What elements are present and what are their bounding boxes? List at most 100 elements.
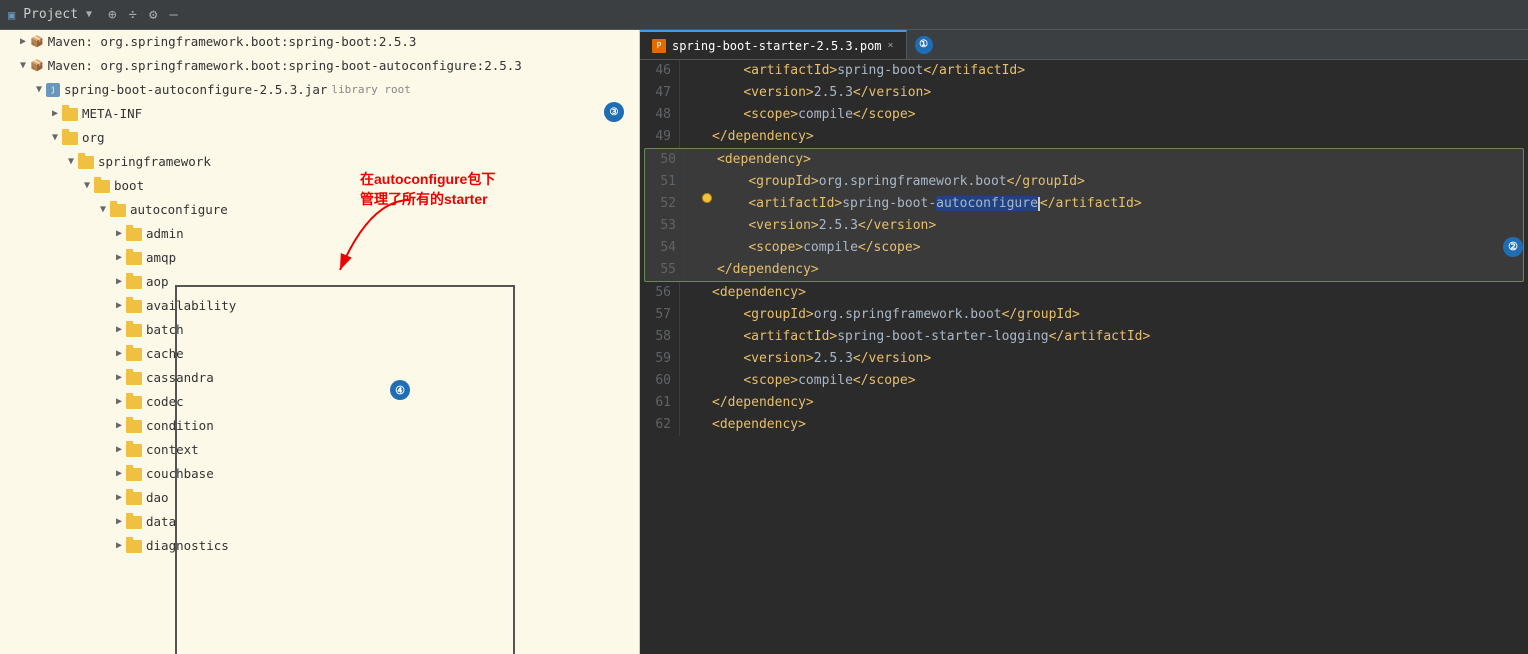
tree-item-boot[interactable]: ▼ boot: [0, 174, 639, 198]
tree-item-meta-inf[interactable]: ▶ META-INF: [0, 102, 639, 126]
line-number: 59: [640, 348, 680, 370]
code-line-62: 62<dependency>: [640, 414, 1528, 436]
code-line-61: 61</dependency>: [640, 392, 1528, 414]
line-content: <version>2.5.3</version>: [712, 82, 1528, 104]
expand-arrow: ▶: [112, 344, 126, 364]
tree-item-admin[interactable]: ▶ admin: [0, 222, 639, 246]
expand-arrow: ▶: [16, 32, 30, 52]
expand-arrow-6: ▼: [64, 152, 78, 172]
org-label: org: [82, 128, 105, 148]
tab-close-button[interactable]: ×: [888, 40, 894, 51]
folder-label: amqp: [146, 248, 176, 268]
code-line-48: 48 <scope>compile</scope>: [640, 104, 1528, 126]
tab-pom[interactable]: P spring-boot-starter-2.5.3.pom ×: [640, 30, 907, 59]
toolbar: ▣ Project ▼ ⊕ ÷ ⚙ —: [0, 0, 1528, 30]
tree-item-maven-autoconfigure[interactable]: ▼ 📦 Maven: org.springframework.boot:spri…: [0, 54, 639, 78]
expand-arrow-3: ▼: [32, 80, 46, 100]
expand-arrow: ▶: [112, 488, 126, 508]
jar-icon: j: [46, 83, 60, 97]
library-root-label: library root: [331, 80, 410, 100]
line-content: <dependency>: [712, 414, 1528, 436]
expand-arrow-4: ▶: [48, 104, 62, 124]
expand-arrow: ▶: [112, 392, 126, 412]
tab-label: spring-boot-starter-2.5.3.pom: [672, 39, 882, 53]
folder-icon-org: [62, 132, 78, 145]
tree-item-org[interactable]: ▼ org: [0, 126, 639, 150]
line-number: 57: [640, 304, 680, 326]
line-content: <groupId>org.springframework.boot</group…: [717, 171, 1523, 193]
tree-item-condition[interactable]: ▶ condition: [0, 414, 639, 438]
subfolders-container: ▶ admin ▶ amqp ▶ aop ▶ availability ▶ ba…: [0, 222, 639, 558]
tree-item-amqp[interactable]: ▶ amqp: [0, 246, 639, 270]
line-number: 47: [640, 82, 680, 104]
toolbar-dropdown-icon[interactable]: ▼: [86, 9, 92, 20]
badge-3: ③: [604, 102, 624, 122]
tree-item-jar[interactable]: ▼ j spring-boot-autoconfigure-2.5.3.jar …: [0, 78, 639, 102]
code-line-55: 55 </dependency>: [645, 259, 1523, 281]
line-content: </dependency>: [717, 259, 1523, 281]
line-number: 46: [640, 60, 680, 82]
folder-icon-availability: [126, 300, 142, 313]
folder-label: batch: [146, 320, 184, 340]
expand-arrow: ▶: [112, 248, 126, 268]
tree-item-codec[interactable]: ▶ codec: [0, 390, 639, 414]
line-number: 55: [645, 259, 685, 281]
jar-label: spring-boot-autoconfigure-2.5.3.jar: [64, 80, 327, 100]
tree-item-availability[interactable]: ▶ availability: [0, 294, 639, 318]
folder-label: dao: [146, 488, 169, 508]
maven-icon: 📦: [30, 32, 44, 52]
tree-item-context[interactable]: ▶ context: [0, 438, 639, 462]
line-number: 56: [640, 282, 680, 304]
code-line-52: 52 <artifactId>spring-boot-autoconfigure…: [645, 193, 1523, 215]
folder-label: diagnostics: [146, 536, 229, 556]
folder-label: data: [146, 512, 176, 532]
tree-item-maven-spring-boot[interactable]: ▶ 📦 Maven: org.springframework.boot:spri…: [0, 30, 639, 54]
tree-item-cache[interactable]: ▶ cache: [0, 342, 639, 366]
expand-arrow: ▶: [112, 512, 126, 532]
split-icon[interactable]: ÷: [129, 7, 137, 23]
folder-label: context: [146, 440, 199, 460]
dependency-block-highlight: 50<dependency>51 <groupId>org.springfram…: [644, 148, 1524, 282]
code-line-47: 47 <version>2.5.3</version>: [640, 82, 1528, 104]
tree-item-cassandra[interactable]: ▶ cassandra: [0, 366, 639, 390]
folder-icon-amqp: [126, 252, 142, 265]
tree-item-diagnostics[interactable]: ▶ diagnostics: [0, 534, 639, 558]
meta-inf-label: META-INF: [82, 104, 142, 124]
folder-icon-admin: [126, 228, 142, 241]
folder-label: admin: [146, 224, 184, 244]
line-number: 53: [645, 215, 685, 237]
folder-icon-condition: [126, 420, 142, 433]
line-number: 54: [645, 237, 685, 259]
expand-arrow: ▶: [112, 440, 126, 460]
tree-item-springframework[interactable]: ▼ springframework: [0, 150, 639, 174]
expand-arrow: ▶: [112, 224, 126, 244]
code-line-60: 60 <scope>compile</scope>: [640, 370, 1528, 392]
line-content: <artifactId>spring-boot</artifactId>: [712, 60, 1528, 82]
tree-item-batch[interactable]: ▶ batch: [0, 318, 639, 342]
settings-icon[interactable]: ⚙: [149, 7, 157, 23]
minimize-icon[interactable]: —: [169, 7, 177, 23]
globe-icon[interactable]: ⊕: [108, 7, 116, 23]
tree-item-autoconfigure[interactable]: ▼ autoconfigure: [0, 198, 639, 222]
toolbar-title: Project: [23, 7, 78, 22]
code-line-46: 46 <artifactId>spring-boot</artifactId>: [640, 60, 1528, 82]
line-content: <artifactId>spring-boot-autoconfigure</a…: [717, 193, 1523, 215]
line-content: <scope>compile</scope>: [717, 237, 1353, 259]
folder-icon-dao: [126, 492, 142, 505]
tree-item-data[interactable]: ▶ data: [0, 510, 639, 534]
expand-arrow: ▶: [112, 416, 126, 436]
folder-icon-cassandra: [126, 372, 142, 385]
project-icon: ▣: [8, 8, 15, 22]
tree-item-couchbase[interactable]: ▶ couchbase: [0, 462, 639, 486]
tree-item-dao[interactable]: ▶ dao: [0, 486, 639, 510]
expand-arrow: ▶: [112, 320, 126, 340]
boot-label: boot: [114, 176, 144, 196]
springframework-label: springframework: [98, 152, 211, 172]
code-line-53: 53 <version>2.5.3</version>: [645, 215, 1523, 237]
badge-4: ④: [390, 380, 410, 400]
code-editor[interactable]: 46 <artifactId>spring-boot</artifactId>4…: [640, 60, 1528, 654]
line-content: <scope>compile</scope>: [712, 370, 1528, 392]
tab-bar: P spring-boot-starter-2.5.3.pom × ①: [640, 30, 1528, 60]
folder-icon-diagnostics: [126, 540, 142, 553]
tree-item-aop[interactable]: ▶ aop: [0, 270, 639, 294]
